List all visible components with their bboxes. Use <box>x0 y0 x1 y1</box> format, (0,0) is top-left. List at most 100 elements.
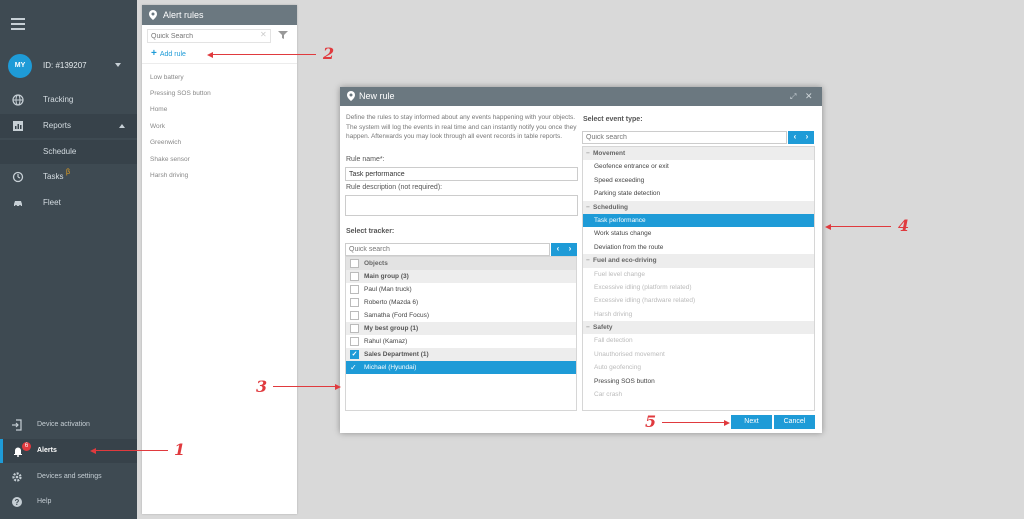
sidebar-item-tracking[interactable]: Tracking <box>0 88 137 112</box>
sidebar-item-tasks[interactable]: Tasks β <box>0 165 137 189</box>
car-icon <box>14 201 22 207</box>
rule-description-label: Rule description (not required): <box>346 184 443 191</box>
collapse-icon[interactable]: − <box>586 321 590 334</box>
tracker-group[interactable]: My best group (1) <box>346 322 576 335</box>
event-item[interactable]: Geofence entrance or exit <box>583 160 814 173</box>
event-category[interactable]: − Fuel and eco-driving <box>583 254 814 268</box>
sidebar-item-alerts[interactable]: 6 Alerts <box>0 439 137 463</box>
rule-name-input[interactable] <box>345 167 578 181</box>
collapse-icon[interactable]: − <box>586 254 590 267</box>
account-id[interactable]: ID: #139207 <box>43 61 87 70</box>
rule-description-input[interactable] <box>345 195 578 216</box>
avatar[interactable]: MY <box>8 54 32 78</box>
menu-icon[interactable] <box>11 18 25 30</box>
tracker-item[interactable]: Samatha (Ford Focus) <box>346 309 576 322</box>
checkbox-checked[interactable]: ✓ <box>350 350 359 359</box>
gear-icon <box>12 472 22 482</box>
sidebar-item-fleet[interactable]: Fleet <box>0 191 137 215</box>
chevron-right-icon[interactable]: › <box>564 243 576 255</box>
filter-icon[interactable] <box>278 30 288 40</box>
annotation-arrow <box>90 448 96 454</box>
dialog-header: New rule ⤢ ✕ <box>340 87 822 106</box>
rule-item[interactable]: Home <box>150 106 167 113</box>
select-tracker-label: Select tracker: <box>346 228 395 235</box>
tracker-label: Paul (Man truck) <box>364 286 412 293</box>
event-item[interactable]: Deviation from the route <box>583 241 814 254</box>
expand-icon[interactable]: ⤢ <box>790 87 796 106</box>
chevron-left-icon[interactable]: ‹ <box>552 243 564 255</box>
sidebar-item-label: Tracking <box>43 95 74 104</box>
tracker-pager[interactable]: ‹ › <box>551 243 577 256</box>
rule-item[interactable]: Shake sensor <box>150 156 190 163</box>
next-button[interactable]: Next <box>731 415 772 429</box>
chevron-right-icon[interactable]: › <box>801 131 813 143</box>
close-icon[interactable]: ✕ <box>260 30 267 39</box>
cancel-button[interactable]: Cancel <box>774 415 815 429</box>
checkbox[interactable] <box>350 311 359 320</box>
checkbox[interactable] <box>350 337 359 346</box>
close-icon[interactable]: ✕ <box>805 87 813 106</box>
tracker-group[interactable]: ✓ Sales Department (1) <box>346 348 576 361</box>
event-category[interactable]: − Movement <box>583 147 814 161</box>
annotation-number: 5 <box>645 412 657 431</box>
event-pager[interactable]: ‹ › <box>788 131 814 144</box>
chart-icon <box>13 121 23 131</box>
event-item[interactable]: Speed exceeding <box>583 174 814 187</box>
group-label: My best group (1) <box>364 325 419 332</box>
rule-item[interactable]: Harsh driving <box>150 172 188 179</box>
event-item[interactable]: Work status change <box>583 227 814 240</box>
sidebar-item-help[interactable]: ? Help <box>0 490 137 514</box>
event-search-input[interactable] <box>582 131 787 144</box>
event-type-list: − Movement Geofence entrance or exit Spee… <box>582 146 815 411</box>
search-input[interactable] <box>147 29 271 43</box>
sidebar-item-device-activation[interactable]: Device activation <box>0 413 137 437</box>
event-item[interactable]: Parking state detection <box>583 187 814 200</box>
annotation-arrow <box>724 420 730 426</box>
login-icon <box>12 419 22 431</box>
rule-item[interactable]: Low battery <box>150 74 184 81</box>
checkbox[interactable] <box>350 324 359 333</box>
sidebar-item-label: Schedule <box>43 147 77 156</box>
rule-item[interactable]: Greenwich <box>150 139 181 146</box>
event-item-disabled: Excessive idling (hardware related) <box>594 297 696 305</box>
sidebar-item-devices-settings[interactable]: Devices and settings <box>0 465 137 489</box>
tracker-item[interactable]: Paul (Man truck) <box>346 283 576 296</box>
rule-item[interactable]: Pressing SOS button <box>150 90 211 97</box>
new-rule-dialog: New rule ⤢ ✕ Define the rules to stay in… <box>340 87 822 433</box>
tracker-group[interactable]: Main group (3) <box>346 270 576 283</box>
chevron-left-icon[interactable]: ‹ <box>789 131 801 143</box>
tracker-item[interactable]: Roberto (Mazda 6) <box>346 296 576 309</box>
collapse-icon[interactable]: − <box>586 147 590 160</box>
sidebar-item-reports[interactable]: Reports <box>0 114 137 138</box>
tracker-search-input[interactable] <box>345 243 550 256</box>
event-item[interactable]: Pressing SOS button <box>583 375 814 388</box>
alert-rules-panel: Alert rules ✕ +Add rule Low battery Pres… <box>142 5 297 514</box>
rule-name-label: Rule name*: <box>346 156 385 163</box>
event-item-selected[interactable]: Task performance <box>583 213 814 228</box>
tracker-item[interactable]: Rahul (Kamaz) <box>346 335 576 348</box>
tracker-label: Roberto (Mazda 6) <box>364 299 419 306</box>
rule-item[interactable]: Work <box>150 123 165 130</box>
annotation-number: 3 <box>256 377 268 396</box>
tracker-list-header[interactable]: Objects <box>346 257 576 270</box>
checkbox[interactable] <box>350 272 359 281</box>
event-category[interactable]: − Scheduling <box>583 200 814 214</box>
event-item-disabled: Fuel level change <box>594 270 645 278</box>
header-label: Objects <box>364 260 388 267</box>
event-item-disabled: Excessive idling (platform related) <box>594 283 692 291</box>
collapse-icon[interactable]: − <box>586 201 590 214</box>
check-icon[interactable]: ✓ <box>350 361 357 374</box>
chevron-down-icon[interactable] <box>115 63 121 67</box>
tracker-list: Objects Main group (3) Paul (Man truck) … <box>345 256 577 411</box>
checkbox[interactable] <box>350 259 359 268</box>
tracker-item-selected[interactable]: ✓ Michael (Hyundai) <box>346 361 576 374</box>
event-category[interactable]: − Safety <box>583 321 814 335</box>
sidebar-item-label: Devices and settings <box>37 473 102 480</box>
annotation-line <box>273 386 335 387</box>
annotation-number: 2 <box>323 44 335 63</box>
checkbox[interactable] <box>350 285 359 294</box>
checkbox[interactable] <box>350 298 359 307</box>
annotation-line <box>213 54 316 55</box>
map-pin-icon <box>149 10 157 20</box>
add-rule-button[interactable]: + Add rule <box>151 48 186 59</box>
